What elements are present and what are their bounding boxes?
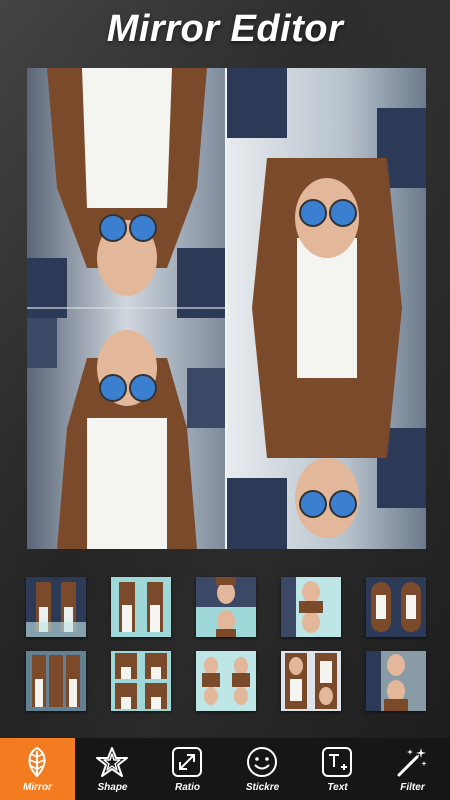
tool-filter[interactable]: Filter bbox=[375, 738, 450, 800]
mirror-style-thumb-6[interactable] bbox=[26, 651, 86, 711]
bottom-toolbar: Mirror Shape Ratio Stickre Text Filter bbox=[0, 738, 450, 800]
mirror-style-thumb-5[interactable] bbox=[366, 577, 426, 637]
magic-wand-icon bbox=[397, 748, 427, 777]
mirror-style-thumb-9[interactable] bbox=[281, 651, 341, 711]
resize-icon bbox=[172, 747, 202, 777]
tool-shape[interactable]: Shape bbox=[75, 738, 150, 800]
tool-mirror-label: Mirror bbox=[23, 782, 52, 793]
leaf-icon bbox=[28, 746, 46, 778]
canvas-right-pane[interactable] bbox=[227, 68, 426, 549]
tool-sticker[interactable]: Stickre bbox=[225, 738, 300, 800]
mirror-style-thumb-7[interactable] bbox=[111, 651, 171, 711]
smiley-icon bbox=[247, 747, 277, 777]
tool-text[interactable]: Text bbox=[300, 738, 375, 800]
tool-shape-label: Shape bbox=[97, 782, 128, 793]
star-icon bbox=[96, 747, 128, 777]
tool-mirror[interactable]: Mirror bbox=[0, 738, 75, 800]
mirror-style-thumb-2[interactable] bbox=[111, 577, 171, 637]
right-mirror-photo bbox=[227, 68, 426, 549]
mirror-style-grid bbox=[26, 577, 426, 711]
tool-text-label: Text bbox=[327, 782, 348, 793]
tool-ratio-label: Ratio bbox=[175, 782, 200, 793]
mirror-style-thumb-8[interactable] bbox=[196, 651, 256, 711]
pane-divider-horizontal bbox=[27, 307, 225, 309]
mirror-style-thumb-4[interactable] bbox=[281, 577, 341, 637]
text-add-icon bbox=[322, 747, 352, 777]
mirror-style-thumb-1[interactable] bbox=[26, 577, 86, 637]
tool-ratio[interactable]: Ratio bbox=[150, 738, 225, 800]
page-title: Mirror Editor bbox=[106, 8, 344, 50]
tool-filter-label: Filter bbox=[400, 782, 425, 793]
canvas-left-pane[interactable] bbox=[27, 68, 225, 549]
tool-sticker-label: Stickre bbox=[245, 782, 280, 793]
photo-canvas[interactable] bbox=[27, 68, 426, 549]
mirror-style-thumb-3[interactable] bbox=[196, 577, 256, 637]
mirror-style-thumb-10[interactable] bbox=[366, 651, 426, 711]
